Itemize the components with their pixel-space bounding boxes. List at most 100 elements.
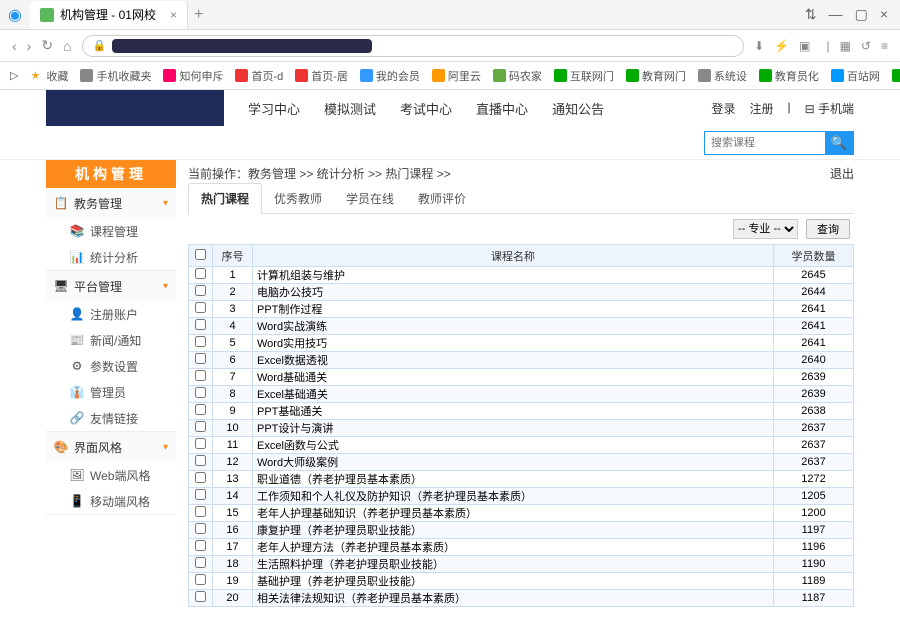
history-icon[interactable]: ↺ [861,39,871,53]
select-all-checkbox[interactable] [195,249,206,260]
bookmark-item[interactable]: 百站网 [831,68,880,84]
sync-icon[interactable]: ⇅ [805,6,817,23]
pip-icon[interactable]: ▣ [799,39,810,53]
query-button[interactable]: 查询 [806,219,850,239]
minimize-icon[interactable]: — [829,6,843,23]
main-nav: 学习中心 模拟测试 考试中心 直播中心 通知公告 [248,99,604,118]
bookmark-item[interactable]: 首页-d [235,68,283,84]
row-checkbox[interactable] [195,268,206,279]
sidebar-item[interactable]: 🔗友情链接 [46,405,176,431]
row-checkbox[interactable] [195,472,206,483]
page-tab[interactable]: 教师评价 [406,184,478,213]
student-count: 1272 [774,471,854,488]
sidebar-item[interactable]: 👤注册账户 [46,301,176,327]
grid-icon[interactable]: ▦ [840,39,851,53]
nav-item[interactable]: 直播中心 [476,99,528,118]
new-tab-button[interactable]: + [194,6,203,24]
nav-item[interactable]: 考试中心 [400,99,452,118]
download-icon[interactable]: ⬇ [754,39,764,53]
sidebar-section-title[interactable]: 📋教务管理▾ [46,188,176,218]
row-index: 4 [213,318,253,335]
sidebar-item[interactable]: 🖼Web端风格 [46,462,176,488]
exit-link[interactable]: 退出 [830,165,854,182]
row-checkbox[interactable] [195,353,206,364]
major-select[interactable]: -- 专业 -- [733,219,798,239]
user-link[interactable]: 登录 [711,100,735,117]
nav-item[interactable]: 模拟测试 [324,99,376,118]
row-index: 15 [213,505,253,522]
bookmark-item[interactable]: 我的会员 [360,68,420,84]
bookmark-item[interactable]: 教育员化 [759,68,819,84]
bookmark-item[interactable]: 知何申斥 [163,68,223,84]
sidebar-item[interactable]: 📰新闻/通知 [46,327,176,353]
row-checkbox[interactable] [195,574,206,585]
bookmark-item[interactable]: 青平化汀 [892,68,900,84]
search-input[interactable] [705,132,825,154]
sidebar-section-title[interactable]: 🎨界面风格▾ [46,432,176,462]
sidebar-item[interactable]: 📊统计分析 [46,244,176,270]
row-checkbox[interactable] [195,370,206,381]
close-tab-icon[interactable]: × [170,8,177,22]
forward-icon[interactable]: › [27,38,32,54]
bookmark-item[interactable]: 首页-居 [295,68,348,84]
row-checkbox[interactable] [195,540,206,551]
search-button[interactable]: 🔍 [825,132,853,154]
bookmark-item[interactable]: ★收藏 [30,68,68,84]
maximize-icon[interactable]: ▢ [855,6,868,23]
sidebar-body: 📋教务管理▾📚课程管理📊统计分析🖥平台管理▾👤注册账户📰新闻/通知⚙参数设置👔管… [46,188,176,515]
bookmark-label: 收藏 [46,68,68,84]
sidebar-item[interactable]: 👔管理员 [46,379,176,405]
row-checkbox[interactable] [195,319,206,330]
bookmark-label: 手机收藏夹 [96,68,151,84]
page-tab[interactable]: 优秀教师 [262,184,334,213]
back-icon[interactable]: ‹ [12,38,17,54]
row-checkbox[interactable] [195,557,206,568]
row-checkbox[interactable] [195,438,206,449]
page-tab[interactable]: 热门课程 [188,183,262,214]
row-checkbox[interactable] [195,455,206,466]
course-name: 相关法律法规知识（养老护理员基本素质） [253,590,774,607]
bookmark-item[interactable]: 阿里云 [432,68,481,84]
close-window-icon[interactable]: × [880,6,888,23]
row-checkbox[interactable] [195,285,206,296]
sidebar-item[interactable]: 📚课程管理 [46,218,176,244]
row-checkbox[interactable] [195,387,206,398]
sidebar-section-title[interactable]: 🖥平台管理▾ [46,271,176,301]
row-checkbox[interactable] [195,506,206,517]
menu-icon[interactable]: ≡ [881,39,888,53]
nav-item[interactable]: 学习中心 [248,99,300,118]
row-checkbox[interactable] [195,302,206,313]
bookmark-item[interactable]: 码农家 [493,68,542,84]
bookmark-item[interactable]: 互联网门 [554,68,614,84]
reload-icon[interactable]: ↻ [41,37,53,54]
bookmark-item[interactable]: 系统设 [698,68,747,84]
course-name: PPT基础通关 [253,403,774,420]
user-link[interactable]: ⊟ 手机端 [805,100,854,117]
row-checkbox[interactable] [195,336,206,347]
row-checkbox[interactable] [195,523,206,534]
bookmark-item[interactable]: 手机收藏夹 [80,68,151,84]
student-count: 1189 [774,573,854,590]
bookmark-expand-icon[interactable]: ▷ [10,69,18,82]
row-checkbox[interactable] [195,421,206,432]
row-checkbox[interactable] [195,489,206,500]
url-bar[interactable]: 🔒 [82,35,745,57]
user-link[interactable]: 注册 [749,100,773,117]
home-icon[interactable]: ⌂ [63,38,71,54]
row-checkbox[interactable] [195,591,206,602]
row-index: 7 [213,369,253,386]
sidebar-item[interactable]: ⚙参数设置 [46,353,176,379]
nav-item[interactable]: 通知公告 [552,99,604,118]
bookmark-icon [235,69,248,82]
table-header: 课程名称 [253,245,774,267]
course-name: 职业道德（养老护理员基本素质） [253,471,774,488]
row-checkbox[interactable] [195,404,206,415]
bolt-icon[interactable]: ⚡ [774,39,789,53]
page-tab[interactable]: 学员在线 [334,184,406,213]
table-row: 7Word基础通关2639 [189,369,854,386]
bookmark-item[interactable]: 教育网门 [626,68,686,84]
bookmark-icon [892,69,900,82]
sidebar-item[interactable]: 📱移动端风格 [46,488,176,514]
bookmark-icon [831,69,844,82]
browser-tab[interactable]: 机构管理 - 01网校 × [30,1,188,29]
